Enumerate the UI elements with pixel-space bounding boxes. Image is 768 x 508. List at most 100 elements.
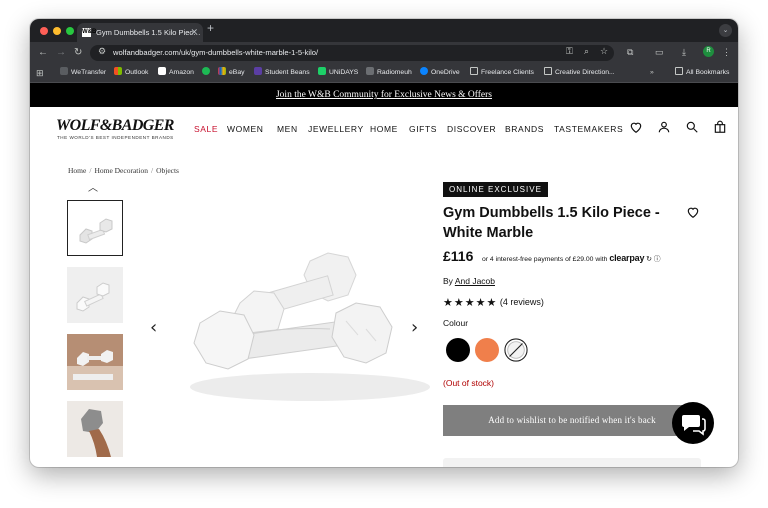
site-header: WOLF&BADGER THE WORLD'S BEST INDEPENDENT…	[30, 107, 738, 153]
site-logo[interactable]: WOLF&BADGER	[56, 117, 174, 135]
bookmark-ebay-label[interactable]: eBay	[218, 63, 245, 83]
nav-discover[interactable]: DISCOVER	[447, 124, 496, 134]
notify-wishlist-button[interactable]: Add to wishlist to be notified when it's…	[443, 405, 701, 436]
student-beans-icon	[254, 67, 262, 75]
bookmark-onedrive[interactable]: OneDrive	[420, 63, 460, 83]
minimize-window-button[interactable]	[53, 27, 61, 35]
account-icon[interactable]	[657, 120, 671, 134]
dumbbell-hand-thumbnail-image	[67, 401, 123, 457]
tab-strip: W&B Gym Dumbbells 1.5 Kilo Piec… ✕ + ⌄	[30, 19, 738, 42]
brand-line: By And Jacob	[443, 276, 495, 286]
product-price: £116	[443, 248, 474, 264]
back-icon[interactable]: ←	[38, 45, 48, 60]
nav-women[interactable]: WOMEN	[227, 124, 264, 134]
clearpay-logo: clearpay	[609, 253, 645, 263]
close-window-button[interactable]	[40, 27, 48, 35]
nav-jewellery[interactable]: JEWELLERY	[308, 124, 364, 134]
bookmark-wetransfer[interactable]: WeTransfer	[60, 63, 106, 83]
previous-image-arrow-icon[interactable]: ‹	[150, 317, 157, 338]
product-title: Gym Dumbbells 1.5 Kilo Piece - White Mar…	[443, 205, 660, 241]
colour-swatch-white-marble[interactable]	[504, 338, 528, 362]
nav-brands[interactable]: BRANDS	[505, 124, 544, 134]
site-info-icon[interactable]: ⚙	[98, 46, 106, 57]
folder-icon	[470, 67, 478, 75]
brand-link[interactable]: And Jacob	[455, 276, 495, 286]
info-icon[interactable]: ⓘ	[654, 256, 661, 263]
close-tab-icon[interactable]: ✕	[190, 23, 198, 42]
site-tagline: THE WORLD'S BEST INDEPENDENT BRANDS	[57, 135, 174, 140]
add-to-wishlist-heart-icon[interactable]	[686, 205, 700, 219]
browser-window: W&B Gym Dumbbells 1.5 Kilo Piec… ✕ + ⌄ ←…	[30, 19, 738, 467]
chat-bubble-icon	[682, 415, 706, 436]
bookmark-unidays[interactable]: UNiDAYS	[318, 63, 358, 83]
extensions-icon[interactable]: ⧉	[627, 46, 633, 59]
product-rating[interactable]: ★★★★★ (4 reviews)	[443, 296, 544, 309]
download-icon[interactable]: ⤓	[682, 46, 686, 59]
colour-swatch-orange[interactable]	[475, 338, 499, 362]
breadcrumb-home-decoration[interactable]: Home Decoration	[94, 166, 148, 175]
nav-gifts[interactable]: GIFTS	[409, 124, 437, 134]
nav-sale[interactable]: SALE	[194, 124, 218, 134]
search-icon[interactable]	[685, 120, 699, 134]
bookmark-freelance-clients[interactable]: Freelance Clients	[470, 63, 534, 83]
radiomeuh-icon	[366, 67, 374, 75]
folder-icon	[544, 67, 552, 75]
amazon-icon	[158, 67, 166, 75]
profile-avatar[interactable]: R	[703, 46, 714, 57]
bookmark-student-beans[interactable]: Student Beans	[254, 63, 310, 83]
thumbnails-up-chevron-icon[interactable]: ︿	[88, 179, 98, 194]
tab-search-icon[interactable]: ⌄	[719, 24, 732, 37]
dumbbell-thumbnail-image	[67, 267, 123, 323]
nav-tastemakers[interactable]: TASTEMAKERS	[554, 124, 623, 134]
browser-tab[interactable]: W&B Gym Dumbbells 1.5 Kilo Piec… ✕	[77, 23, 203, 42]
online-exclusive-badge: ONLINE EXCLUSIVE	[443, 182, 548, 197]
community-signup-link[interactable]: Join the W&B Community for Exclusive New…	[276, 90, 492, 100]
maximize-window-button[interactable]	[66, 27, 74, 35]
forward-icon[interactable]: →	[56, 45, 66, 60]
new-tab-icon[interactable]: +	[207, 21, 214, 35]
unidays-icon	[318, 67, 326, 75]
password-key-icon[interactable]: ⚿	[566, 46, 573, 57]
wetransfer-icon	[60, 67, 68, 75]
address-bar[interactable]: ⚙ wolfandbadger.com/uk/gym-dumbbells-whi…	[90, 45, 614, 61]
dumbbell-thumbnail-image	[68, 201, 122, 255]
reload-icon[interactable]: ↻	[74, 45, 82, 60]
url-text: wolfandbadger.com/uk/gym-dumbbells-white…	[113, 48, 319, 57]
breadcrumb-separator: /	[89, 166, 92, 175]
product-thumbnail-1[interactable]	[67, 200, 123, 256]
breadcrumb-separator: /	[150, 166, 154, 175]
zoom-icon[interactable]: ⌕	[584, 46, 589, 57]
breadcrumb-home[interactable]: Home	[68, 166, 86, 175]
product-thumbnail-2[interactable]	[67, 267, 123, 323]
browser-menu-icon[interactable]: ⋮	[722, 46, 731, 59]
site-favicon-icon: W&B	[82, 28, 97, 37]
clearpay-text: or 4 interest-free payments of £29.00 wi…	[482, 256, 608, 263]
breadcrumb: Home / Home Decoration / Objects	[68, 166, 179, 175]
more-bookmarks-icon[interactable]: »	[650, 63, 654, 83]
apps-grid-icon[interactable]: ⊞	[36, 63, 44, 83]
all-bookmarks-folder[interactable]: All Bookmarks	[675, 63, 729, 83]
product-main-image	[190, 252, 430, 401]
clearpay-info: or 4 interest-free payments of £29.00 wi…	[482, 253, 661, 263]
bookmark-radiomeuh[interactable]: Radiomeuh	[366, 63, 412, 83]
bookmark-outlook[interactable]: Outlook	[114, 63, 148, 83]
chat-button[interactable]	[672, 402, 714, 444]
breadcrumb-objects[interactable]: Objects	[156, 166, 179, 175]
cast-icon[interactable]: ▭	[655, 46, 664, 59]
colour-swatch-black[interactable]	[446, 338, 470, 362]
dumbbell-lifestyle-thumbnail-image	[67, 334, 123, 390]
shopping-bag-icon[interactable]	[713, 120, 727, 134]
bookmark-amazon[interactable]: Amazon	[158, 63, 194, 83]
review-count[interactable]: (4 reviews)	[500, 297, 544, 307]
bookmark-ebay[interactable]	[202, 63, 213, 83]
nav-men[interactable]: MEN	[277, 124, 298, 134]
nav-home[interactable]: HOME	[370, 124, 398, 134]
ebay-icon	[218, 67, 226, 75]
product-thumbnail-4[interactable]	[67, 401, 123, 457]
bookmark-creative-direction[interactable]: Creative Direction...	[544, 63, 615, 83]
bookmark-star-icon[interactable]: ☆	[600, 46, 608, 57]
product-thumbnail-3[interactable]	[67, 334, 123, 390]
onedrive-icon	[420, 67, 428, 75]
browser-toolbar: ← → ↻ ⚙ wolfandbadger.com/uk/gym-dumbbel…	[30, 42, 738, 63]
wishlist-heart-icon[interactable]	[629, 120, 643, 134]
